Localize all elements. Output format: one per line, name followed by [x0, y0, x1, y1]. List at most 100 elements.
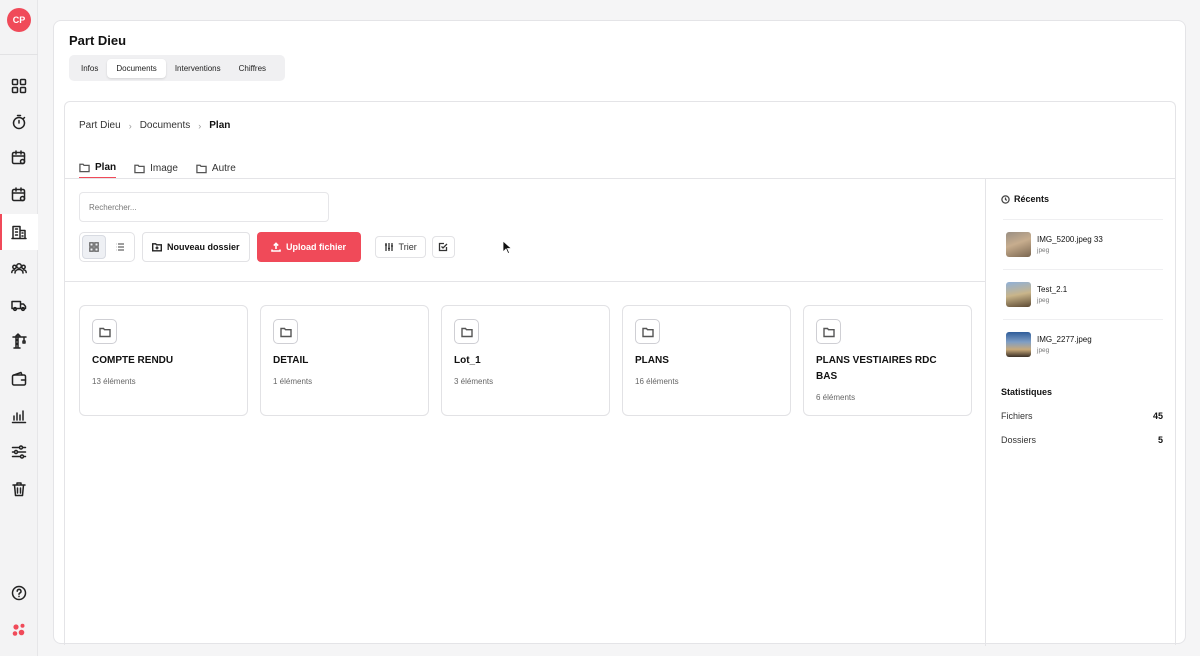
sort-button[interactable]: Trier: [374, 236, 426, 258]
crane-icon: [12, 333, 27, 349]
stat-row-folders: Dossiers 5: [1001, 435, 1163, 445]
sidebar-divider: [0, 54, 38, 55]
breadcrumb-item-part-dieu[interactable]: Part Dieu: [79, 120, 121, 131]
truck-icon: [11, 300, 27, 312]
recent-file-type: jpeg: [1037, 247, 1050, 254]
folder-name: COMPTE RENDU: [92, 355, 174, 366]
folder-name: DETAIL: [273, 355, 309, 366]
folder-card[interactable]: PLANS VESTIAIRES RDC BAS 6 éléments: [803, 305, 972, 416]
mouse-cursor-icon: [502, 240, 512, 255]
view-toggle: [79, 232, 135, 262]
sidebar-item-calendar[interactable]: [0, 177, 38, 213]
sidebar-item-planning[interactable]: [0, 140, 38, 176]
stat-value: 45: [1152, 411, 1163, 421]
sidebar-item-trash[interactable]: [0, 471, 38, 507]
file-thumbnail: [1006, 232, 1031, 257]
sidebar-item-finance[interactable]: [0, 361, 38, 397]
tab-infos[interactable]: Infos: [72, 59, 107, 78]
recent-file-type: jpeg: [1037, 297, 1050, 304]
brand-logo-icon: [12, 623, 25, 636]
trash-icon: [12, 482, 26, 497]
folder-plus-icon: [152, 243, 162, 252]
toolbar: Nouveau dossier Upload fichier Trier: [79, 232, 455, 262]
folder-tab-image[interactable]: Image: [134, 157, 178, 179]
folder-tab-plan[interactable]: Plan: [79, 157, 117, 179]
sidebar-item-equipment[interactable]: [0, 323, 38, 359]
avatar[interactable]: CP: [7, 8, 31, 32]
documents-panel: Part Dieu › Documents › Plan Plan Image …: [64, 101, 1176, 646]
sidebar-item-chantiers[interactable]: [0, 214, 38, 250]
folder-card[interactable]: Lot_1 3 éléments: [441, 305, 610, 416]
folder-icon: [196, 164, 207, 173]
recent-file[interactable]: IMG_5200.jpeg 33 jpeg: [1003, 219, 1163, 269]
new-folder-label: Nouveau dossier: [167, 242, 240, 252]
recent-file-type: jpeg: [1037, 347, 1050, 354]
side-panel: Récents IMG_5200.jpeg 33 jpeg Test_2.1 j…: [987, 179, 1175, 646]
bar-chart-icon: [11, 410, 27, 424]
folder-card[interactable]: PLANS 16 éléments: [622, 305, 791, 416]
recents-label: Récents: [1014, 194, 1050, 204]
help-icon: [11, 585, 27, 601]
folder-tab-label: Image: [150, 162, 178, 174]
files-area: Nouveau dossier Upload fichier Trier: [65, 179, 986, 646]
sidebar-item-dashboard[interactable]: [0, 68, 38, 104]
folder-tab-label: Autre: [211, 162, 236, 174]
upload-icon: [271, 242, 281, 252]
checkbox-icon: [439, 242, 448, 252]
stat-label: Dossiers: [1001, 435, 1037, 445]
sidebar-item-settings[interactable]: [0, 434, 38, 470]
list-view-button[interactable]: [108, 235, 132, 259]
stat-value: 5: [1157, 435, 1163, 445]
clock-icon: [1001, 194, 1010, 204]
file-thumbnail: [1006, 332, 1031, 357]
page-title: Part Dieu: [69, 33, 127, 48]
sidebar-item-vehicles[interactable]: [0, 287, 38, 323]
breadcrumb-item-documents[interactable]: Documents: [140, 120, 191, 131]
chevron-right-icon: ›: [198, 120, 202, 131]
folder-count: 6 éléments: [816, 393, 856, 402]
sidebar-item-help[interactable]: [0, 575, 38, 611]
dashboard-icon: [11, 78, 27, 94]
list-icon: [116, 243, 124, 251]
statistics-title: Statistiques: [1001, 387, 1053, 397]
folder-icon: [635, 319, 660, 344]
tab-chiffres[interactable]: Chiffres: [230, 59, 275, 78]
new-folder-button[interactable]: Nouveau dossier: [142, 232, 250, 262]
sidebar: CP: [0, 0, 38, 656]
tab-interventions[interactable]: Interventions: [166, 59, 230, 78]
upload-label: Upload fichier: [286, 242, 347, 252]
breadcrumb-item-current: Plan: [209, 120, 231, 131]
grid-icon: [89, 242, 99, 252]
folder-count: 1 éléments: [273, 377, 313, 386]
sidebar-item-team[interactable]: [0, 250, 38, 286]
folder-icon: [92, 319, 117, 344]
wallet-icon: [11, 371, 27, 386]
folder-name: PLANS: [635, 355, 669, 366]
recent-file-name: IMG_5200.jpeg 33: [1037, 235, 1103, 244]
folder-card[interactable]: COMPTE RENDU 13 éléments: [79, 305, 248, 416]
tab-documents[interactable]: Documents: [107, 58, 166, 78]
upload-file-button[interactable]: Upload fichier: [256, 232, 361, 262]
sidebar-item-stats[interactable]: [0, 398, 38, 434]
timer-icon: [12, 114, 26, 130]
folder-card[interactable]: DETAIL 1 éléments: [260, 305, 429, 416]
sidebar-item-timer[interactable]: [0, 104, 38, 140]
grid-view-button[interactable]: [82, 235, 106, 259]
brand-logo[interactable]: [0, 612, 38, 648]
top-tabs: Infos Documents Interventions Chiffres: [69, 55, 285, 81]
recent-file[interactable]: IMG_2277.jpeg jpeg: [1003, 319, 1163, 369]
sliders-icon: [384, 243, 393, 251]
folder-icon: [454, 319, 479, 344]
search-input[interactable]: [79, 192, 329, 222]
folder-count: 13 éléments: [92, 377, 136, 386]
folder-tab-label: Plan: [95, 161, 117, 173]
divider: [65, 281, 985, 282]
select-mode-button[interactable]: [431, 236, 455, 258]
chevron-right-icon: ›: [128, 120, 132, 131]
calendar-check-icon: [11, 187, 26, 202]
folder-icon: [134, 164, 145, 173]
building-icon: [11, 225, 27, 240]
folder-name: Lot_1: [454, 355, 481, 366]
folder-tab-autre[interactable]: Autre: [196, 157, 236, 179]
recent-file[interactable]: Test_2.1 jpeg: [1003, 269, 1163, 319]
